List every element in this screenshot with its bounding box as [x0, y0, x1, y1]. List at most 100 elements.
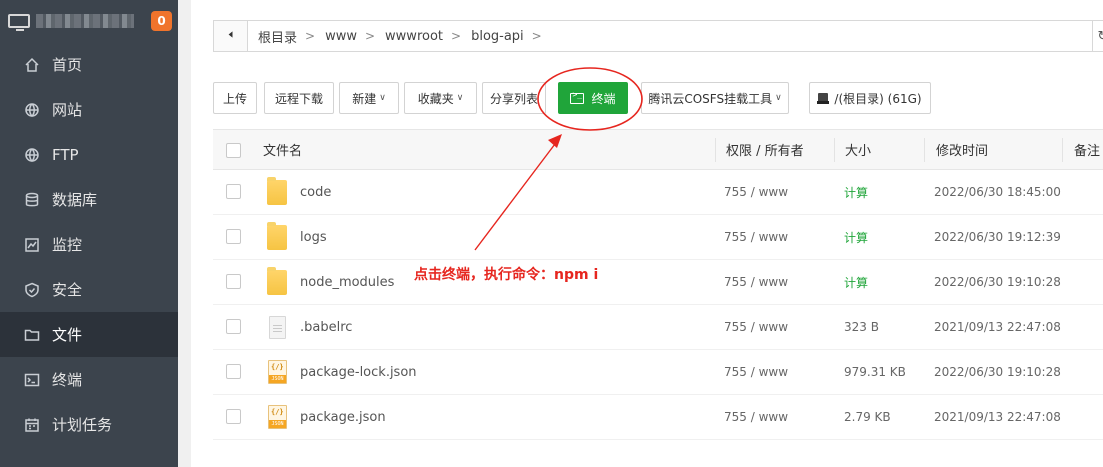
- breadcrumb-item[interactable]: www >: [325, 29, 375, 44]
- sidebar-header: 0: [0, 0, 178, 42]
- table-row[interactable]: code 755 / www 计算 2022/06/30 18:45:00: [213, 170, 1103, 215]
- chevron-right-icon: >: [305, 29, 316, 43]
- terminal-button[interactable]: 终端: [558, 82, 628, 114]
- row-checkbox[interactable]: [226, 319, 241, 334]
- chevron-right-icon: >: [364, 29, 376, 43]
- sidebar-item-database[interactable]: 数据库: [0, 177, 178, 222]
- share-list-button[interactable]: 分享列表: [482, 82, 546, 114]
- remote-download-button[interactable]: 远程下载: [264, 82, 334, 114]
- server-icon: [8, 14, 30, 31]
- table-row[interactable]: logs 755 / www 计算 2022/06/30 19:12:39: [213, 215, 1103, 260]
- table-row[interactable]: {/} JSON package-lock.json 755 / www 979.…: [213, 350, 1103, 395]
- sidebar-item-website[interactable]: 网站: [0, 87, 178, 132]
- disk-button[interactable]: /(根目录) (61G): [809, 82, 931, 114]
- modified-time: 2021/09/13 22:47:08: [934, 320, 1061, 334]
- globe-icon: [24, 147, 40, 163]
- chevron-down-icon: ∨: [775, 93, 782, 103]
- permission-owner: 755 / www: [724, 230, 789, 244]
- modified-time: 2022/06/30 19:10:28: [934, 275, 1061, 289]
- sidebar-item-monitor[interactable]: 监控: [0, 222, 178, 267]
- calc-size-link[interactable]: 计算: [844, 260, 868, 304]
- column-divider: [1062, 138, 1063, 162]
- sidebar: 0 首页 网站 FTP 数据库 监控 安全 文件 终端 计划任务: [0, 0, 178, 467]
- column-divider: [715, 138, 716, 162]
- column-header-permission[interactable]: 权限 / 所有者: [726, 130, 804, 169]
- sidebar-item-label: 终端: [52, 371, 83, 389]
- column-header-mtime[interactable]: 修改时间: [936, 130, 988, 169]
- sidebar-item-label: 安全: [52, 281, 83, 299]
- sidebar-item-label: FTP: [52, 145, 79, 164]
- table-row[interactable]: {/} JSON package.json 755 / www 2.79 KB 2…: [213, 395, 1103, 440]
- database-icon: [24, 192, 40, 208]
- select-all-checkbox[interactable]: [226, 143, 241, 158]
- annotation-text: 点击终端，执行命令：npm i: [414, 267, 599, 283]
- file-name[interactable]: node_modules: [300, 260, 394, 304]
- sidebar-item-label: 网站: [52, 101, 83, 119]
- sidebar-item-label: 监控: [52, 236, 83, 254]
- sidebar-item-label: 首页: [52, 56, 83, 74]
- path-bar: 🢐 根目录> www> wwwroot> blog-api> ↻: [213, 20, 1103, 52]
- sidebar-item-cron[interactable]: 计划任务: [0, 402, 178, 447]
- file-icon: [269, 315, 286, 339]
- monitor-icon: [24, 237, 40, 253]
- sidebar-item-files[interactable]: 文件: [0, 312, 178, 357]
- sidebar-item-label: 文件: [52, 326, 83, 344]
- file-size: 323 B: [844, 320, 879, 334]
- permission-owner: 755 / www: [724, 185, 789, 199]
- json-file-icon: {/} JSON: [268, 405, 287, 429]
- table-row[interactable]: node_modules 755 / www 计算 2022/06/30 19:…: [213, 260, 1103, 305]
- globe-icon: [24, 102, 40, 118]
- row-checkbox[interactable]: [226, 184, 241, 199]
- sidebar-item-home[interactable]: 首页: [0, 42, 178, 87]
- sidebar-item-security[interactable]: 安全: [0, 267, 178, 312]
- calendar-icon: [24, 417, 40, 433]
- sidebar-item-label: 数据库: [52, 191, 98, 209]
- favorites-dropdown[interactable]: 收藏夹 ∨: [404, 82, 477, 114]
- upload-button[interactable]: 上传: [213, 82, 257, 114]
- chevron-right-icon: >: [451, 29, 462, 43]
- file-name[interactable]: package.json: [300, 395, 386, 439]
- table-row[interactable]: .babelrc 755 / www 323 B 2021/09/13 22:4…: [213, 305, 1103, 350]
- arrow-left-icon: 🢐: [227, 27, 234, 43]
- file-name[interactable]: logs: [300, 215, 327, 259]
- modified-time: 2021/09/13 22:47:08: [934, 410, 1061, 424]
- modified-time: 2022/06/30 18:45:00: [934, 185, 1061, 199]
- calc-size-link[interactable]: 计算: [844, 215, 868, 259]
- file-size: 979.31 KB: [844, 365, 906, 379]
- refresh-button[interactable]: ↻: [1092, 20, 1103, 52]
- permission-owner: 755 / www: [724, 365, 789, 379]
- file-name[interactable]: package-lock.json: [300, 350, 417, 394]
- notification-badge[interactable]: 0: [151, 11, 172, 31]
- file-manager-panel: 🢐 根目录> www> wwwroot> blog-api> ↻ 上传 远程下载…: [191, 0, 1103, 467]
- terminal-icon: [570, 90, 585, 104]
- calc-size-link[interactable]: 计算: [844, 170, 868, 214]
- column-header-note[interactable]: 备注: [1074, 130, 1100, 169]
- permission-owner: 755 / www: [724, 410, 789, 424]
- row-checkbox[interactable]: [226, 229, 241, 244]
- row-checkbox[interactable]: [226, 364, 241, 379]
- sidebar-item-label: 计划任务: [52, 416, 113, 434]
- modified-time: 2022/06/30 19:12:39: [934, 230, 1061, 244]
- folder-icon: [267, 266, 287, 295]
- sidebar-item-ftp[interactable]: FTP: [0, 132, 178, 177]
- column-divider: [924, 138, 925, 162]
- file-table: 文件名 权限 / 所有者 大小 修改时间 备注 code 755 / www 计…: [213, 129, 1103, 440]
- new-dropdown[interactable]: 新建 ∨: [339, 82, 399, 114]
- column-header-size[interactable]: 大小: [845, 130, 871, 169]
- breadcrumb-item[interactable]: blog-api >: [471, 29, 542, 44]
- file-name[interactable]: .babelrc: [300, 305, 352, 349]
- sidebar-item-terminal[interactable]: 终端: [0, 357, 178, 402]
- column-divider: [834, 138, 835, 162]
- file-name[interactable]: code: [300, 170, 331, 214]
- file-size: 2.79 KB: [844, 410, 891, 424]
- breadcrumb-item[interactable]: 根目录 >: [258, 27, 315, 46]
- cosfs-dropdown[interactable]: 腾讯云COSFS挂载工具 ∨: [641, 82, 789, 114]
- breadcrumb-item[interactable]: wwwroot >: [385, 29, 461, 44]
- row-checkbox[interactable]: [226, 409, 241, 424]
- modified-time: 2022/06/30 19:10:28: [934, 365, 1061, 379]
- row-checkbox[interactable]: [226, 274, 241, 289]
- column-header-name[interactable]: 文件名: [263, 130, 302, 169]
- back-button[interactable]: 🢐: [214, 21, 248, 51]
- folder-icon: [267, 176, 287, 205]
- chevron-down-icon: ∨: [379, 93, 386, 103]
